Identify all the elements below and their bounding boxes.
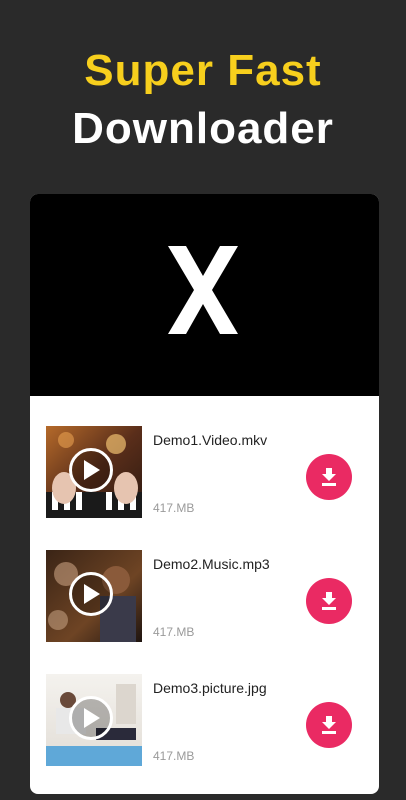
x-logo-icon (168, 246, 238, 334)
download-icon (322, 592, 336, 610)
list-item[interactable]: Demo2.Music.mp3 417.MB (30, 550, 379, 646)
file-size: 417.MB (153, 749, 195, 763)
file-name: Demo1.Video.mkv (153, 432, 268, 448)
headline-downloader: Downloader (72, 104, 334, 153)
download-icon (322, 468, 336, 486)
file-size: 417.MB (153, 625, 195, 639)
file-size: 417.MB (153, 501, 195, 515)
thumbnail-video[interactable] (46, 426, 142, 518)
download-icon (322, 716, 336, 734)
download-list-card: Demo1.Video.mkv 417.MB Demo2.Music.mp3 4… (30, 194, 379, 794)
download-button[interactable] (306, 702, 352, 748)
list-item[interactable]: Demo3.picture.jpg 417.MB (30, 674, 379, 770)
file-name: Demo3.picture.jpg (153, 680, 267, 696)
headline-super-fast: Super Fast (84, 46, 322, 95)
list-item[interactable]: Demo1.Video.mkv 417.MB (30, 426, 379, 522)
file-name: Demo2.Music.mp3 (153, 556, 270, 572)
thumbnail-picture[interactable] (46, 674, 142, 766)
play-icon[interactable] (69, 696, 113, 740)
download-button[interactable] (306, 578, 352, 624)
thumbnail-music[interactable] (46, 550, 142, 642)
download-button[interactable] (306, 454, 352, 500)
play-icon[interactable] (69, 572, 113, 616)
play-icon[interactable] (69, 448, 113, 492)
banner (30, 194, 379, 396)
